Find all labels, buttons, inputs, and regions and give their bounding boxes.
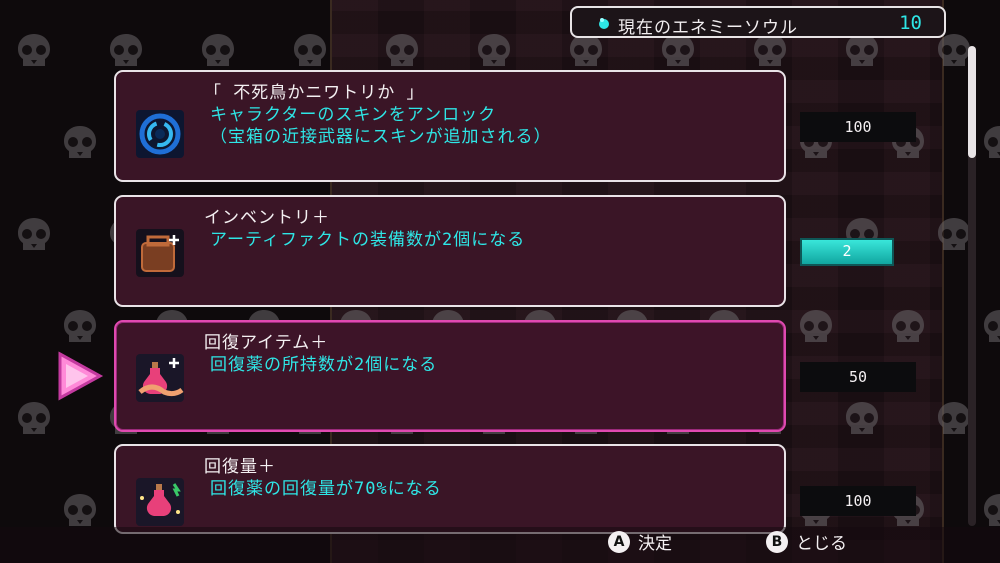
skull-icon bbox=[978, 122, 1000, 166]
skull-icon bbox=[58, 306, 102, 350]
upgrade-item-inventory[interactable]: インベントリ＋ アーティファクトの装備数が2個になる bbox=[114, 195, 786, 307]
item-title: 「 不死鳥かニワトリか 」 bbox=[204, 83, 425, 103]
item-cost: 100 bbox=[800, 486, 916, 516]
skull-icon bbox=[288, 30, 332, 74]
skull-icon bbox=[840, 398, 884, 442]
soul-counter: 現在のエネミーソウル 10 bbox=[570, 6, 946, 38]
b-button-icon: B bbox=[766, 530, 788, 553]
scrollbar-thumb[interactable] bbox=[968, 46, 976, 158]
upgrade-item-heal-count[interactable]: 回復アイテム＋ 回復薬の所持数が2個になる bbox=[114, 320, 786, 432]
skull-icon bbox=[886, 306, 930, 350]
confirm-hint[interactable]: A 決定 bbox=[608, 529, 672, 554]
item-description: キャラクターのスキンをアンロック （宝箱の近接武器にスキンが追加される） bbox=[210, 105, 552, 147]
vortex-icon bbox=[136, 110, 184, 158]
scrollbar[interactable] bbox=[968, 46, 976, 526]
skull-icon bbox=[104, 30, 148, 74]
backpack-icon bbox=[136, 229, 184, 277]
soul-counter-label: 現在のエネミーソウル bbox=[618, 18, 798, 38]
close-label: とじる bbox=[796, 534, 847, 554]
confirm-label: 決定 bbox=[638, 534, 672, 554]
item-cost: 100 bbox=[800, 112, 916, 142]
potion-hand-icon bbox=[136, 354, 184, 402]
upgrade-item-heal-amount[interactable]: 回復量＋ 回復薬の回復量が70%になる bbox=[114, 444, 786, 534]
selection-cursor-icon bbox=[58, 351, 104, 401]
item-cost: 50 bbox=[800, 362, 916, 392]
skull-icon bbox=[472, 30, 516, 74]
level-bar: 2 bbox=[800, 238, 894, 266]
level-text: 2 bbox=[842, 242, 852, 260]
skull-icon bbox=[978, 306, 1000, 350]
skull-icon bbox=[196, 30, 240, 74]
skull-icon bbox=[12, 214, 56, 258]
item-title: 回復アイテム＋ bbox=[204, 333, 329, 353]
skull-icon bbox=[12, 398, 56, 442]
item-description: アーティファクトの装備数が2個になる bbox=[210, 230, 526, 250]
item-title: 回復量＋ bbox=[204, 457, 276, 477]
item-title: インベントリ＋ bbox=[204, 208, 330, 228]
potion-sparkle-icon bbox=[136, 478, 184, 526]
skull-icon bbox=[380, 30, 424, 74]
upgrade-item-skin[interactable]: 「 不死鳥かニワトリか 」 キャラクターのスキンをアンロック （宝箱の近接武器に… bbox=[114, 70, 786, 182]
close-hint[interactable]: B とじる bbox=[766, 529, 847, 554]
item-description: 回復薬の回復量が70%になる bbox=[210, 479, 442, 499]
footer-bar bbox=[0, 527, 1000, 563]
skull-icon bbox=[12, 30, 56, 74]
item-description: 回復薬の所持数が2個になる bbox=[210, 355, 438, 375]
soul-icon bbox=[599, 18, 609, 29]
a-button-icon: A bbox=[608, 530, 630, 553]
soul-counter-value: 10 bbox=[899, 12, 922, 34]
skull-icon bbox=[794, 306, 838, 350]
skull-icon bbox=[58, 122, 102, 166]
